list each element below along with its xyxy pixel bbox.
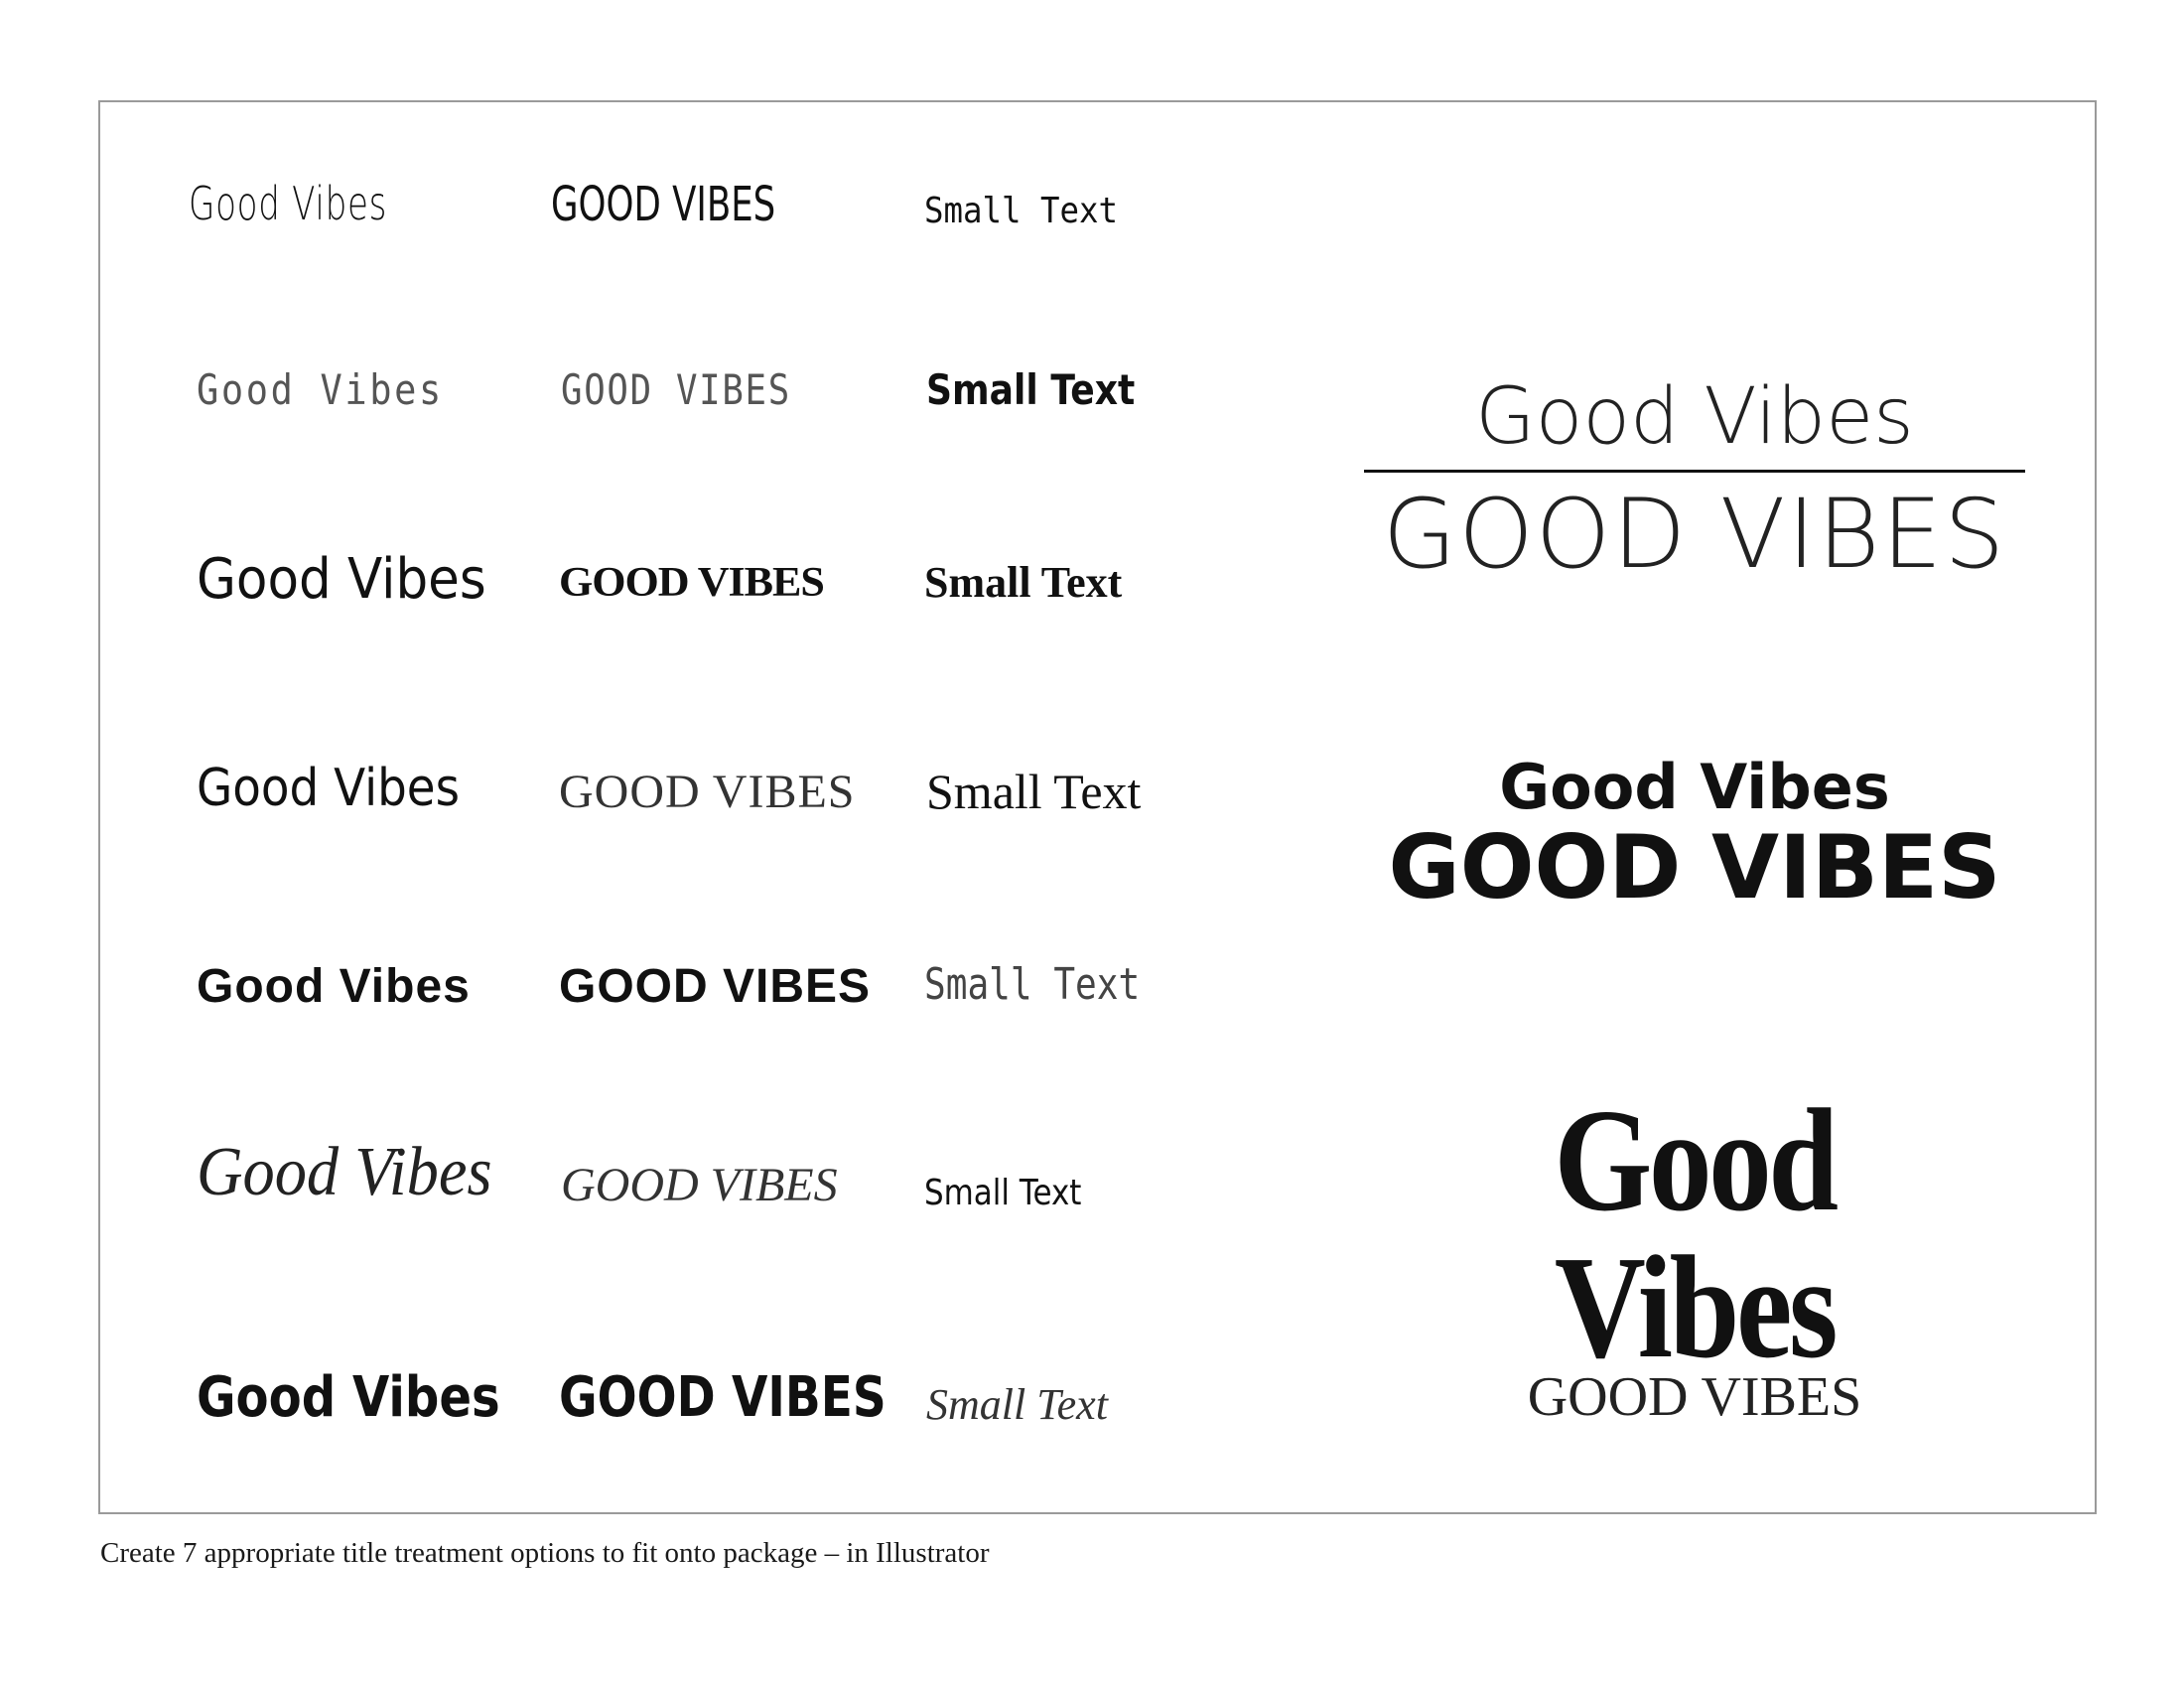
row6-small-text-sample: Small Text bbox=[924, 1173, 1082, 1213]
row4-caps-sample: GOOD VIBES bbox=[559, 766, 856, 818]
lockup-1-stacked-with-rule: Good Vibes GOOD VIBES bbox=[1362, 378, 2027, 582]
row4-small-text-sample: Small Text bbox=[926, 764, 1142, 819]
lockup-2-bold-stacked: Good Vibes GOOD VIBES bbox=[1362, 757, 2027, 912]
row1-title-sample: Good Vibes bbox=[189, 177, 388, 230]
lockup-1-title: Good Vibes bbox=[1475, 372, 1914, 462]
row1-caps-sample: GOOD VIBES bbox=[551, 177, 776, 232]
row3-title-sample: Good Vibes bbox=[197, 547, 486, 612]
row6-caps-sample: GOOD VIBES bbox=[561, 1159, 838, 1211]
row7-caps-sample: GOOD VIBES bbox=[559, 1365, 887, 1430]
row3-small-text-sample: Small Text bbox=[924, 558, 1123, 607]
row5-title-sample: Good Vibes bbox=[197, 960, 471, 1013]
lockup-1-caps: GOOD VIBES bbox=[1382, 479, 2007, 590]
row6-title-sample: Good Vibes bbox=[197, 1134, 492, 1210]
assignment-caption: Create 7 appropriate title treatment opt… bbox=[100, 1537, 990, 1569]
row3-caps-sample: GOOD VIBES bbox=[559, 560, 825, 606]
row1-small-text-sample: Small Text bbox=[924, 191, 1119, 231]
row2-small-text-sample: Small Text bbox=[926, 365, 1136, 414]
lockup-3-condensed-serif: Good Vibes GOOD VIBES bbox=[1362, 1087, 2027, 1425]
lockup-2-caps: GOOD VIBES bbox=[1388, 816, 2001, 918]
row5-small-text-sample: Small Text bbox=[924, 959, 1141, 1010]
row2-caps-sample: GOOD VIBES bbox=[561, 365, 791, 414]
lockup-2-title: Good Vibes bbox=[1499, 751, 1890, 823]
row7-small-text-sample: Small Text bbox=[926, 1380, 1108, 1429]
row5-caps-sample: GOOD VIBES bbox=[559, 960, 872, 1013]
row7-title-sample: Good Vibes bbox=[197, 1365, 500, 1430]
row2-title-sample: Good Vibes bbox=[197, 365, 444, 414]
lockup-3-title: Good Vibes bbox=[1554, 1079, 1839, 1389]
lockup-1-divider bbox=[1364, 470, 2025, 473]
row4-title-sample: Good Vibes bbox=[197, 759, 460, 818]
